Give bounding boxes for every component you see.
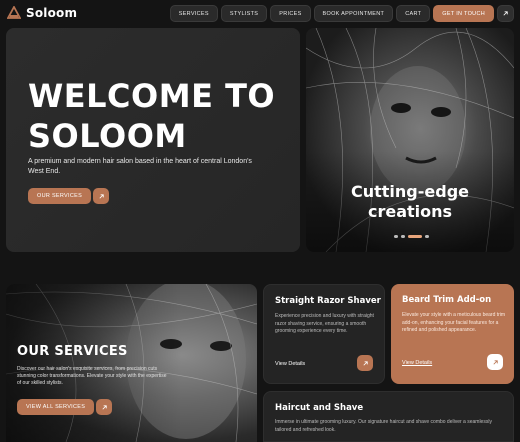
service-card-title: Haircut and Shave [275,403,364,413]
services-title: OUR SERVICES [17,344,128,359]
logo-icon [7,6,21,19]
card-arrow-button[interactable] [487,354,503,370]
arrow-up-right-icon [362,360,368,366]
hero-panel: WELCOME TO SOLOOM A premium and modern h… [6,28,300,252]
service-card-straight-razor[interactable]: Straight Razor Shaver Experience precisi… [263,284,385,384]
service-card-beard-trim[interactable]: Beard Trim Add-on Elevate your style wit… [391,284,514,384]
arrow-up-right-icon [102,404,107,410]
get-in-touch-button[interactable]: GET IN TOUCH [433,5,494,22]
our-services-button[interactable]: OUR SERVICES [28,188,92,204]
services-description: Discover our hair salon's exquisite serv… [17,366,167,386]
hero-caption-line2: creations [367,202,453,221]
card-arrow-button[interactable] [357,355,373,371]
carousel-dot[interactable] [425,235,429,238]
hero-title-line1: WELCOME TO [28,77,276,115]
hero-actions: OUR SERVICES [28,188,110,204]
nav-links: SERVICES STYLISTS PRICES BOOK APPOINTMEN… [169,5,514,22]
service-card-description: Elevate your style with a meticulous bea… [402,312,506,333]
view-details-link[interactable]: View Details [402,360,432,366]
get-in-touch-arrow-button[interactable] [497,5,514,22]
our-services-arrow-button[interactable] [93,188,110,204]
carousel-dot[interactable] [394,235,398,238]
top-navigation: Soloom SERVICES STYLISTS PRICES BOOK APP… [0,0,520,28]
nav-book-appointment[interactable]: BOOK APPOINTMENT [313,5,394,22]
services-actions: VIEW ALL SERVICES [17,399,113,415]
nav-cart[interactable]: CART [396,5,431,22]
carousel-indicators [394,235,429,238]
hero-image-caption: Cutting-edge creations [306,182,514,222]
arrow-up-right-icon [503,11,508,16]
hero-image-carousel: Cutting-edge creations [306,28,514,252]
arrow-up-right-icon [492,359,498,365]
service-card-description: Experience precision and luxury with str… [275,313,374,334]
service-card-title: Beard Trim Add-on [402,295,492,305]
brand-name: Soloom [26,6,78,20]
carousel-dot-active[interactable] [408,235,422,238]
view-all-services-arrow-button[interactable] [96,399,113,415]
arrow-up-right-icon [99,193,104,199]
services-portrait-image [6,284,257,442]
service-card-title: Straight Razor Shaver [275,296,381,306]
carousel-dot[interactable] [401,235,405,238]
service-card-haircut-shave[interactable]: Haircut and Shave Immerse in ultimate gr… [263,391,514,442]
nav-prices[interactable]: PRICES [270,5,311,22]
service-card-description: Immerse in ultimate grooming luxury. Our… [275,419,492,433]
nav-services[interactable]: SERVICES [169,5,218,22]
services-panel: OUR SERVICES Discover our hair salon's e… [6,284,257,442]
hero-description: A premium and modern hair salon based in… [28,158,252,175]
nav-stylists[interactable]: STYLISTS [220,5,268,22]
hero-title: WELCOME TO SOLOOM [28,76,275,156]
hero-caption-line1: Cutting-edge [350,182,469,201]
view-details-link[interactable]: View Details [275,361,305,367]
brand-logo[interactable]: Soloom [7,6,77,20]
view-all-services-button[interactable]: VIEW ALL SERVICES [17,399,95,415]
hero-title-line2: SOLOOM [28,117,187,155]
